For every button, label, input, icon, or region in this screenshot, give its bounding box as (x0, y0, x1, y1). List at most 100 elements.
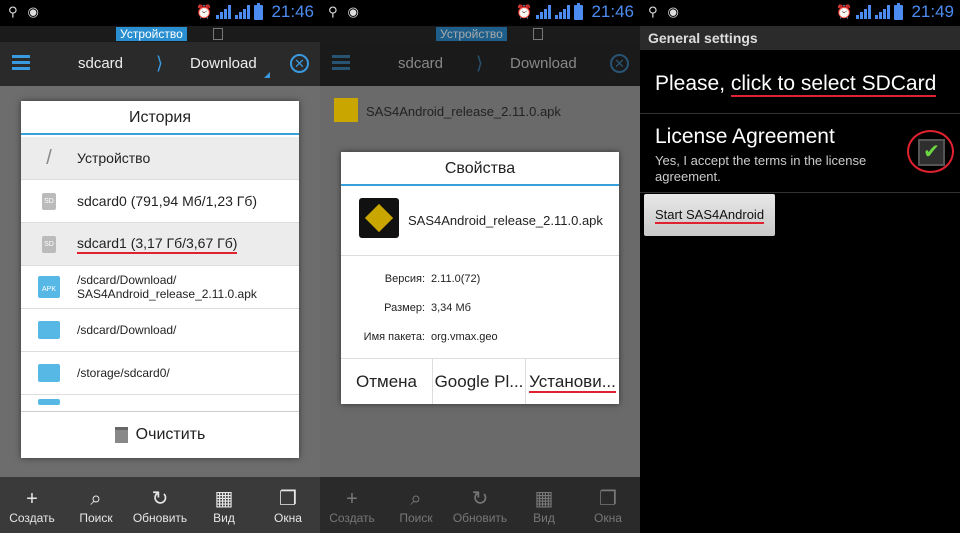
search-icon: ⌕ (90, 488, 102, 510)
properties-dialog: Свойства SAS4Android_release_2.11.0.apk … (341, 152, 619, 404)
plus-icon: + (26, 488, 38, 510)
license-title: License Agreement (655, 125, 835, 148)
history-item-label: /sdcard/Download/ SAS4Android_release_2.… (77, 273, 257, 301)
app-icon (359, 198, 399, 238)
license-row[interactable]: License Agreement Yes, I accept the term… (640, 115, 960, 193)
clear-history-button[interactable]: Очистить (21, 411, 299, 458)
bottom-windows-button[interactable]: ❐ Окна (256, 477, 320, 533)
alarm-icon: ⏰ (196, 4, 213, 19)
plus-icon: + (346, 488, 358, 510)
signal-icon-2 (555, 5, 571, 19)
action-bar: sdcard ⟩ Download ✕ (0, 42, 320, 86)
breadcrumb-root[interactable]: sdcard (78, 55, 123, 72)
folder-icon (38, 321, 60, 339)
battery-icon (894, 2, 904, 20)
history-item[interactable]: APK /sdcard/Download/ SAS4Android_releas… (21, 266, 299, 309)
search-icon: ⌕ (410, 488, 422, 510)
apk-file-name: SAS4Android_release_2.11.0.apk (408, 213, 603, 228)
status-bar: ⚲ ◉ ⏰ 21:46 (0, 0, 320, 26)
breadcrumb-separator-icon: ⟩ (156, 53, 164, 73)
dropdown-indicator-icon[interactable] (264, 72, 270, 78)
device-chip[interactable]: Устройство (116, 27, 187, 41)
signal-icon (536, 5, 552, 19)
panel-properties: ⚲ ◉ ⏰ 21:46 Устройство sdcard ⟩ Download … (320, 0, 640, 533)
device-strip: Устройство (320, 26, 640, 42)
device-chip[interactable]: Устройство (436, 27, 507, 41)
close-icon[interactable]: ✕ (290, 54, 309, 73)
cancel-button[interactable]: Отмена (341, 359, 433, 404)
sdcard-prefix: Please, (655, 72, 731, 95)
license-checkbox[interactable]: ✔ (918, 139, 945, 166)
install-button[interactable]: Установи... (526, 359, 619, 404)
alarm-icon: ⏰ (516, 4, 533, 19)
menu-icon[interactable] (12, 55, 30, 71)
copy-icon[interactable] (533, 28, 543, 40)
bottom-windows-button[interactable]: ❐ Окна (576, 477, 640, 533)
windows-icon: ❐ (279, 488, 297, 510)
windows-icon: ❐ (599, 488, 617, 510)
clock: 21:46 (271, 2, 314, 21)
dialog-title: Свойства (341, 152, 619, 186)
bottom-bar: + Создать ⌕ Поиск ↻ Обновить ▦ Вид ❐ Окна (0, 477, 320, 533)
breadcrumb-current[interactable]: Download (510, 55, 577, 72)
bottom-refresh-button[interactable]: ↻ Обновить (448, 477, 512, 533)
history-item[interactable]: SD sdcard0 (791,94 Мб/1,23 Гб) (21, 180, 299, 223)
panel-settings: ⚲ ◉ ⏰ 21:49 General settings Please, clic… (640, 0, 960, 533)
file-row[interactable]: SAS4Android_release_2.11.0.apk (320, 86, 640, 136)
breadcrumb-root[interactable]: sdcard (398, 55, 443, 72)
history-item[interactable]: /storage/sdcard0/ (21, 352, 299, 395)
panel-history: ⚲ ◉ ⏰ 21:46 Устройство sdcard ⟩ Download … (0, 0, 320, 533)
grid-icon: ▦ (214, 488, 234, 510)
battery-icon (574, 2, 584, 20)
bottom-refresh-button[interactable]: ↻ Обновить (128, 477, 192, 533)
action-bar: sdcard ⟩ Download ✕ (320, 42, 640, 86)
history-item-label: sdcard1 (3,17 Гб/3,67 Гб) (77, 235, 238, 254)
android-icon: ◉ (347, 4, 359, 19)
history-item-label: Устройство (77, 150, 151, 166)
history-item[interactable]: SD sdcard1 (3,17 Гб/3,67 Гб) (21, 223, 299, 266)
license-subtitle: Yes, I accept the terms in the license a… (655, 153, 867, 184)
trash-icon (114, 427, 128, 443)
copy-icon[interactable] (213, 28, 223, 40)
clock: 21:46 (591, 2, 634, 21)
start-sas4android-button[interactable]: Start SAS4Android (644, 194, 775, 236)
breadcrumb-separator-icon: ⟩ (476, 53, 484, 73)
bottom-search-button[interactable]: ⌕ Поиск (64, 477, 128, 533)
bottom-view-button[interactable]: ▦ Вид (512, 477, 576, 533)
status-bar: ⚲ ◉ ⏰ 21:46 (320, 0, 640, 26)
divider (341, 255, 619, 256)
history-item[interactable]: /sdcard/Download/ (21, 309, 299, 352)
menu-icon[interactable] (332, 55, 350, 71)
signal-icon (216, 5, 232, 19)
android-icon: ◉ (667, 4, 679, 19)
history-item-partial (21, 395, 299, 409)
select-sdcard-row[interactable]: Please, click to select SDCard (640, 50, 960, 114)
battery-icon (254, 2, 264, 20)
history-dialog: История / Устройство SD sdcard0 (791,94 … (21, 101, 299, 458)
bottom-view-button[interactable]: ▦ Вид (192, 477, 256, 533)
close-icon[interactable]: ✕ (610, 54, 629, 73)
signal-icon (856, 5, 872, 19)
apk-icon: APK (38, 276, 60, 298)
usb-icon: ⚲ (328, 4, 338, 19)
sd-icon: SD (42, 192, 56, 210)
history-item[interactable]: / Устройство (21, 137, 299, 180)
refresh-icon: ↻ (151, 488, 169, 510)
grid-icon: ▦ (534, 488, 554, 510)
google-play-button[interactable]: Google Pl... (433, 359, 526, 404)
history-item-label: /storage/sdcard0/ (77, 366, 170, 380)
bottom-create-button[interactable]: + Создать (0, 477, 64, 533)
signal-icon-2 (875, 5, 891, 19)
device-strip: Устройство (0, 26, 320, 42)
history-item-label: /sdcard/Download/ (77, 323, 177, 337)
select-sdcard-link[interactable]: click to select SDCard (730, 72, 937, 97)
breadcrumb-current[interactable]: Download (190, 55, 257, 72)
clock: 21:49 (911, 2, 954, 21)
folder-icon (38, 364, 60, 382)
usb-icon: ⚲ (648, 4, 658, 19)
dialog-title: История (21, 101, 299, 135)
android-icon: ◉ (27, 4, 39, 19)
slash-icon: / (46, 146, 52, 169)
bottom-create-button[interactable]: + Создать (320, 477, 384, 533)
bottom-search-button[interactable]: ⌕ Поиск (384, 477, 448, 533)
